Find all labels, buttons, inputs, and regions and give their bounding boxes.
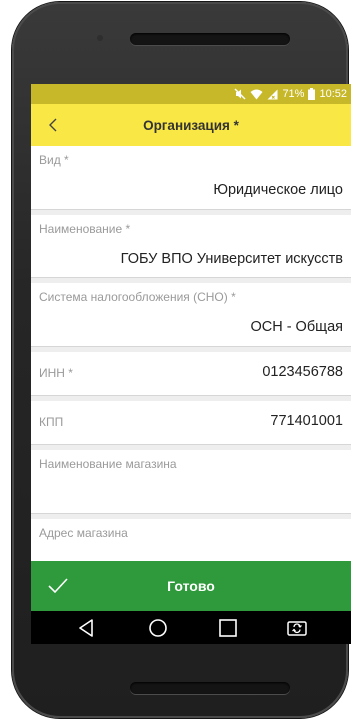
home-circle-icon[interactable]: [146, 616, 170, 640]
page-title: Организация *: [143, 117, 239, 133]
field-tax-system-value: ОСН - Общая: [250, 319, 343, 335]
screen: 71% 10:52 Организация * Вид * Юридическо…: [31, 84, 351, 644]
done-button-label: Готово: [167, 578, 215, 594]
top-speaker: [130, 33, 290, 45]
field-inn-label: ИНН *: [39, 366, 73, 380]
field-kpp-value: 771401001: [270, 413, 343, 429]
battery-icon: [308, 88, 316, 100]
screen-rotate-icon[interactable]: [285, 616, 309, 640]
field-kind-label: Вид *: [39, 153, 69, 167]
field-inn[interactable]: ИНН * 0123456788: [31, 352, 351, 395]
field-name-value: ГОБУ ВПО Университет искусств: [120, 251, 343, 267]
android-nav-bar: [31, 611, 351, 644]
field-kind-value: Юридическое лицо: [213, 182, 343, 198]
field-kpp[interactable]: КПП 771401001: [31, 401, 351, 444]
battery-percent: 71%: [282, 88, 305, 100]
app-bar: Организация *: [31, 104, 351, 146]
field-name-label: Наименование *: [39, 222, 131, 236]
field-shop-address-label: Адрес магазина: [39, 526, 128, 540]
check-icon: [48, 578, 68, 594]
phone-frame: 71% 10:52 Организация * Вид * Юридическо…: [12, 2, 351, 718]
signal-icon: [267, 89, 278, 100]
field-inn-value: 0123456788: [262, 364, 343, 380]
field-kind[interactable]: Вид * Юридическое лицо: [31, 146, 351, 209]
mute-icon: [234, 88, 246, 100]
back-button[interactable]: [39, 110, 69, 140]
back-triangle-icon[interactable]: [75, 616, 99, 640]
done-button[interactable]: Готово: [31, 561, 351, 611]
front-camera: [97, 35, 103, 41]
field-name[interactable]: Наименование * ГОБУ ВПО Университет иску…: [31, 215, 351, 277]
recents-square-icon[interactable]: [216, 616, 240, 640]
wifi-icon: [250, 89, 263, 100]
field-tax-system-label: Система налогообложения (СНО) *: [39, 290, 236, 304]
field-shop-name-label: Наименование магазина: [39, 457, 177, 471]
field-shop-name[interactable]: Наименование магазина: [31, 450, 351, 513]
status-bar: 71% 10:52: [31, 84, 351, 104]
field-kpp-label: КПП: [39, 415, 64, 429]
chevron-left-icon: [49, 118, 57, 132]
field-tax-system[interactable]: Система налогообложения (СНО) * ОСН - Об…: [31, 283, 351, 346]
bottom-speaker: [130, 682, 290, 694]
clock: 10:52: [319, 88, 347, 100]
